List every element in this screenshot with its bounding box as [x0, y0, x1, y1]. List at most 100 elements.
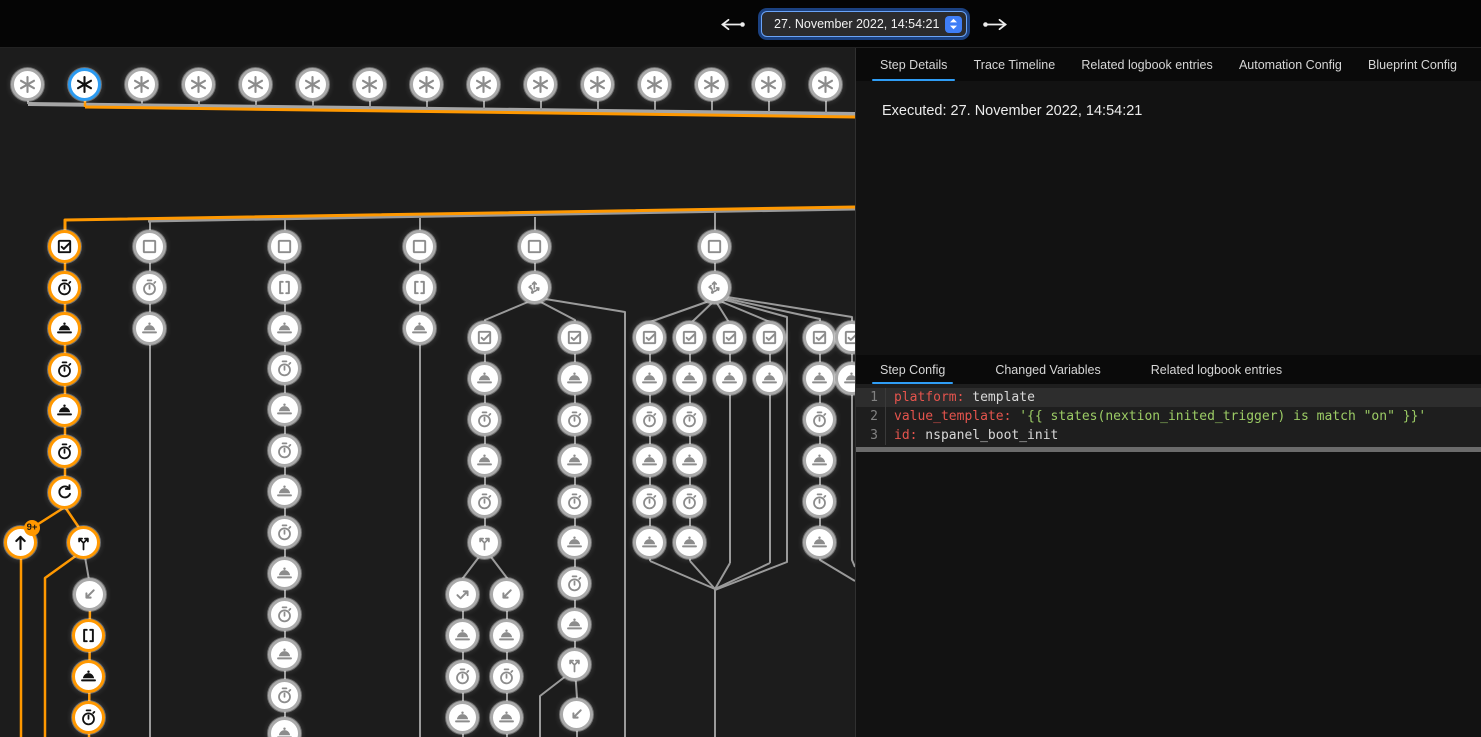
trace-node-service-bell[interactable] — [673, 444, 706, 477]
trace-node-service-bell[interactable] — [268, 638, 301, 671]
trace-node-service-bell[interactable] — [673, 526, 706, 559]
trace-node-asterisk[interactable] — [638, 68, 671, 101]
run-selector[interactable]: 27. November 2022, 14:54:21 — [761, 11, 967, 37]
trace-node-service-bell[interactable] — [403, 312, 436, 345]
trace-node-service-bell[interactable] — [633, 444, 666, 477]
trace-node-choose[interactable] — [518, 271, 551, 304]
trace-node-service-bell[interactable] — [558, 608, 591, 641]
trace-node-checkbox-blank[interactable] — [698, 230, 731, 263]
tab-related-logbook-entries[interactable]: Related logbook entries — [1143, 355, 1290, 384]
trace-node-timer[interactable] — [468, 403, 501, 436]
tab-changed-variables[interactable]: Changed Variables — [987, 355, 1108, 384]
trace-node-timer[interactable] — [446, 660, 479, 693]
trace-node-checkbox-blank[interactable] — [133, 230, 166, 263]
trace-node-service-bell[interactable] — [558, 444, 591, 477]
trace-node-check-arrow[interactable] — [446, 578, 479, 611]
tab-related-logbook-entries[interactable]: Related logbook entries — [1073, 48, 1220, 81]
trace-node-service-bell[interactable] — [446, 619, 479, 652]
trace-node-service-bell[interactable] — [72, 660, 105, 693]
trace-node-timer[interactable] — [558, 403, 591, 436]
trace-node-asterisk[interactable] — [353, 68, 386, 101]
trace-node-timer[interactable] — [268, 598, 301, 631]
trace-node-checkbox-marked[interactable] — [803, 321, 836, 354]
trace-node-timer[interactable] — [468, 485, 501, 518]
tab-blueprint-config[interactable]: Blueprint Config — [1360, 48, 1465, 81]
trace-node-checkbox-marked[interactable] — [468, 321, 501, 354]
trace-node-timer[interactable] — [803, 485, 836, 518]
trace-node-service-bell[interactable] — [268, 393, 301, 426]
trace-node-arrow-down-left[interactable] — [73, 578, 106, 611]
trace-node-timer[interactable] — [558, 485, 591, 518]
trace-node-timer[interactable] — [558, 567, 591, 600]
trace-node-service-bell[interactable] — [558, 526, 591, 559]
trace-node-checkbox-marked[interactable] — [753, 321, 786, 354]
trace-node-checkbox-marked[interactable] — [633, 321, 666, 354]
trace-node-checkbox-marked[interactable] — [713, 321, 746, 354]
tab-automation-config[interactable]: Automation Config — [1231, 48, 1350, 81]
trace-node-asterisk[interactable] — [410, 68, 443, 101]
trace-node-timer[interactable] — [268, 352, 301, 385]
trace-node-choose[interactable] — [698, 271, 731, 304]
trace-node-split[interactable] — [468, 526, 501, 559]
previous-run-button[interactable] — [718, 15, 748, 34]
trace-node-split[interactable] — [67, 526, 100, 559]
trace-node-arrow-up[interactable]: 9+ — [4, 526, 37, 559]
trace-node-arrow-down-left[interactable] — [560, 698, 593, 731]
trace-node-checkbox-marked[interactable] — [835, 321, 855, 354]
trace-node-checkbox-blank[interactable] — [268, 230, 301, 263]
trace-node-service-bell[interactable] — [803, 444, 836, 477]
trace-node-service-bell[interactable] — [633, 362, 666, 395]
trace-node-service-bell[interactable] — [268, 312, 301, 345]
trace-node-timer[interactable] — [268, 434, 301, 467]
trace-node-asterisk[interactable] — [125, 68, 158, 101]
trace-node-asterisk[interactable] — [467, 68, 500, 101]
trace-node-asterisk[interactable] — [809, 68, 842, 101]
trace-node-service-bell[interactable] — [268, 557, 301, 590]
trace-node-timer[interactable] — [633, 403, 666, 436]
trace-node-service-bell[interactable] — [48, 312, 81, 345]
trace-node-service-bell[interactable] — [803, 526, 836, 559]
trace-node-checkbox-marked[interactable] — [558, 321, 591, 354]
trace-node-service-bell[interactable] — [268, 717, 301, 737]
trace-node-service-bell[interactable] — [48, 394, 81, 427]
trace-node-asterisk[interactable] — [752, 68, 785, 101]
trace-node-brackets[interactable] — [403, 271, 436, 304]
trace-node-timer[interactable] — [490, 660, 523, 693]
trace-node-service-bell[interactable] — [468, 444, 501, 477]
trace-node-brackets[interactable] — [72, 619, 105, 652]
code-horizontal-scrollbar[interactable] — [856, 447, 1481, 452]
tab-step-config[interactable]: Step Config — [872, 355, 953, 384]
trace-node-timer[interactable] — [673, 485, 706, 518]
trace-node-timer[interactable] — [268, 679, 301, 712]
trace-node-asterisk[interactable] — [581, 68, 614, 101]
yaml-code-editor[interactable]: 1platform: template2value_template: '{{ … — [856, 384, 1481, 452]
trace-node-service-bell[interactable] — [673, 362, 706, 395]
trace-node-service-bell[interactable] — [753, 362, 786, 395]
trace-node-split[interactable] — [558, 648, 591, 681]
tab-step-details[interactable]: Step Details — [872, 48, 955, 81]
trace-node-service-bell[interactable] — [835, 362, 855, 395]
trace-node-asterisk[interactable] — [68, 68, 101, 101]
trace-node-brackets[interactable] — [268, 271, 301, 304]
tab-trace-timeline[interactable]: Trace Timeline — [966, 48, 1064, 81]
trace-node-timer[interactable] — [803, 403, 836, 436]
trace-node-asterisk[interactable] — [296, 68, 329, 101]
trace-node-timer[interactable] — [72, 701, 105, 734]
trace-node-service-bell[interactable] — [490, 701, 523, 734]
trace-node-service-bell[interactable] — [713, 362, 746, 395]
trace-node-timer[interactable] — [48, 435, 81, 468]
next-run-button[interactable] — [980, 15, 1010, 34]
trace-node-repeat[interactable] — [48, 476, 81, 509]
trace-node-timer[interactable] — [673, 403, 706, 436]
trace-node-timer[interactable] — [268, 516, 301, 549]
trace-node-service-bell[interactable] — [468, 362, 501, 395]
trace-node-checkbox-blank[interactable] — [403, 230, 436, 263]
trace-node-service-bell[interactable] — [558, 362, 591, 395]
trace-node-checkbox-marked[interactable] — [48, 230, 81, 263]
trace-node-checkbox-blank[interactable] — [518, 230, 551, 263]
trace-node-asterisk[interactable] — [182, 68, 215, 101]
trace-node-arrow-down-left[interactable] — [490, 578, 523, 611]
trace-node-timer[interactable] — [133, 271, 166, 304]
trace-node-asterisk[interactable] — [695, 68, 728, 101]
trace-node-service-bell[interactable] — [633, 526, 666, 559]
